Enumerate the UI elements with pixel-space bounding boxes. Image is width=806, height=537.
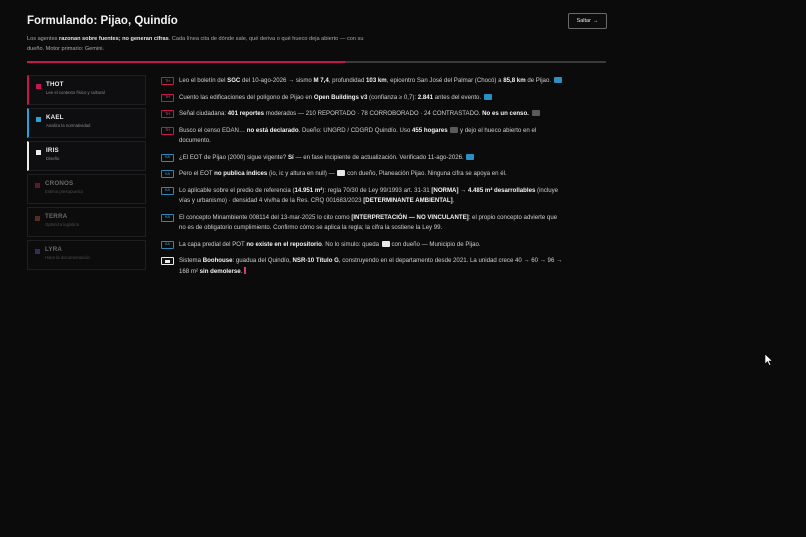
log-entry: KA La capa predial del POT no existe en …	[161, 240, 564, 251]
agent-name: LYRA	[45, 246, 63, 253]
iris-tag	[161, 257, 174, 265]
kael-tag: KA	[161, 240, 174, 249]
agent-color-icon	[35, 249, 40, 254]
progress-fill	[27, 61, 346, 63]
agent-desc: Diseño	[46, 156, 60, 161]
kael-tag: KA	[161, 153, 174, 162]
agent-desc: Optimiza logística	[45, 222, 79, 227]
skip-button[interactable]: Saltar →	[568, 13, 607, 29]
agent-name: TERRA	[45, 213, 68, 220]
kael-tag: KA	[161, 186, 174, 195]
agent-name: CRONOS	[45, 180, 74, 187]
agent-color-icon	[36, 84, 41, 89]
cursor-arrow-icon	[765, 354, 773, 366]
agent-name: THOT	[46, 81, 64, 88]
agent-color-icon	[36, 117, 41, 122]
log-entry: TH Leo el boletín del SGC del 10-ago-202…	[161, 76, 564, 87]
log-entry: KA ¿El EOT de Pijao (2000) sigue vigente…	[161, 153, 564, 164]
iris-badge-icon	[165, 259, 170, 263]
agent-color-icon	[35, 216, 40, 221]
agent-cronos[interactable]: CRONOS Estima presupuesto	[27, 174, 146, 204]
agent-desc: Analiza la normatividad	[46, 123, 91, 128]
skip-label: Saltar	[576, 18, 591, 24]
agent-kael[interactable]: KAEL Analiza la normatividad	[27, 108, 146, 138]
kael-tag: KA	[161, 170, 174, 178]
agent-name: KAEL	[46, 114, 64, 121]
agent-desc: Estima presupuesto	[45, 189, 83, 194]
log-entry: KA Pero el EOT no publica índices (io, i…	[161, 169, 564, 180]
agent-list: THOT Lee el contexto físico y cultural K…	[27, 75, 146, 273]
arrow-right-icon: →	[592, 18, 599, 24]
agent-thot[interactable]: THOT Lee el contexto físico y cultural	[27, 75, 146, 105]
agent-color-icon	[36, 150, 41, 155]
source-link-icon[interactable]	[483, 93, 492, 100]
source-link-icon[interactable]	[466, 153, 475, 160]
log-entry: KA El concepto Minambiente 008114 del 13…	[161, 213, 564, 234]
thot-tag: TH	[161, 110, 174, 118]
thot-tag: TH	[161, 93, 174, 102]
log-entry: TH Busco el censo EDAN… no está declarad…	[161, 126, 564, 147]
page-title: Formulando: Pijao, Quindío	[27, 15, 178, 27]
gap-marker-icon	[381, 240, 390, 247]
kael-tag: KA	[161, 213, 174, 222]
reasoning-log: TH Leo el boletín del SGC del 10-ago-202…	[161, 76, 564, 277]
log-entry: TH Cuento las edificaciones del polígono…	[161, 93, 564, 104]
log-entry: TH Señal ciudadana: 401 reportes moderad…	[161, 109, 564, 120]
thot-tag: TH	[161, 77, 174, 85]
agent-name: IRIS	[46, 147, 59, 154]
log-entry: Sistema Boohouse: guadua del Quindío, NS…	[161, 256, 564, 277]
agent-iris[interactable]: IRIS Diseño	[27, 141, 146, 171]
source-link-icon[interactable]	[553, 77, 562, 84]
log-entry: KA Lo aplicable sobre el predio de refer…	[161, 186, 564, 207]
agent-color-icon	[35, 183, 40, 188]
page-subtitle: Los agentes razonan sobre fuentes; no ge…	[27, 36, 364, 52]
source-link-icon[interactable]	[531, 110, 540, 117]
agent-desc: Lee el contexto físico y cultural	[46, 90, 105, 95]
agent-desc: Hace la documentación	[45, 255, 90, 260]
thot-tag: TH	[161, 126, 174, 135]
agent-terra[interactable]: TERRA Optimiza logística	[27, 207, 146, 237]
agent-lyra[interactable]: LYRA Hace la documentación	[27, 240, 146, 270]
progress-bar	[27, 61, 606, 63]
typing-cursor-icon	[244, 267, 247, 275]
